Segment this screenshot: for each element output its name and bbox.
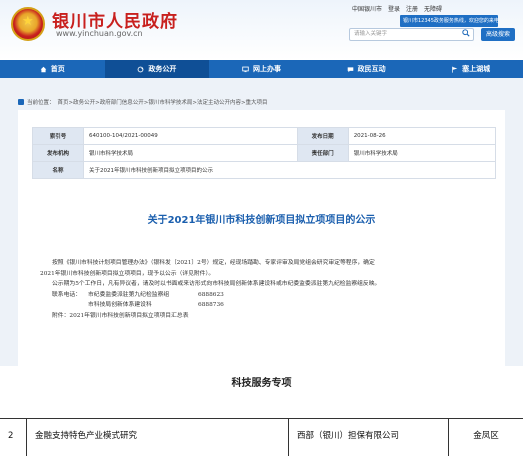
nav-label: 政务公开 <box>148 65 177 73</box>
article-panel: 索引号 640100-104/2021-00049 发布日期 2021-08-2… <box>18 110 505 366</box>
nav-item-lake-city[interactable]: 塞上湖城 <box>418 60 523 78</box>
body-paragraph: 按照《银川市科技计划项目管理办法》（银科发〔2021〕2号）规定，经现场踏勘、专… <box>52 260 375 266</box>
nav-item-gov-affairs[interactable]: 政务公开 <box>104 60 210 78</box>
nav-item-interaction[interactable]: 政民互动 <box>314 60 419 78</box>
contact-phone: 6888623 <box>198 291 224 298</box>
contact-dept: 市纪委监委派驻第九纪检监察组 <box>88 291 170 298</box>
top-link-login[interactable]: 登录 <box>388 4 400 13</box>
contact-label-spacer <box>40 300 88 311</box>
row-index: 2 <box>8 431 14 441</box>
site-url: www.yinchuan.gov.cn <box>56 29 143 38</box>
row-district: 金凤区 <box>448 419 523 456</box>
location-icon <box>18 99 24 105</box>
org-label: 发布机构 <box>32 144 84 162</box>
contact-dept: 市科技局创新体系建设科 <box>88 302 152 308</box>
notice-bar[interactable]: 银川市12345政务服务热线，欢迎您的来电 <box>400 15 498 27</box>
row-project: 金融支持特色产业模式研究 <box>26 419 286 456</box>
main-nav: 首页 政务公开 网上办事 政民互动 塞上湖城 <box>0 60 523 78</box>
top-links: 中国银川市 登录 注册 无障碍 <box>352 4 442 13</box>
top-link-city[interactable]: 中国银川市 <box>352 4 382 13</box>
chat-icon <box>347 66 353 72</box>
search-input[interactable]: 请输入关键字 <box>349 28 474 41</box>
dept-label: 责任部门 <box>296 144 349 162</box>
dept-value: 银川市科学技术局 <box>347 144 497 162</box>
breadcrumb-path[interactable]: 首页>政务公开>政府部门信息公开>银川市科学技术局>法定主动公开内容>重大项目 <box>58 98 268 106</box>
site-header: 银川市人民政府 www.yinchuan.gov.cn 中国银川市 登录 注册 … <box>0 0 523 60</box>
body-paragraph: 2021年银川市科技创新项目拟立项项目，现予以公示（详见附件）。 <box>40 270 215 277</box>
nav-label: 政民互动 <box>357 65 386 73</box>
row-company: 西部（银川）担保有限公司 <box>288 419 448 456</box>
screen-icon <box>242 66 249 72</box>
body-paragraph: 公示期为5个工作日，凡有异议者，请及时以书面或来访形式向市科技局创新体系建设科或… <box>52 281 381 287</box>
breadcrumb: 当前位置： 首页>政务公开>政府部门信息公开>银川市科学技术局>法定主动公开内容… <box>18 98 268 106</box>
nav-label: 网上办事 <box>252 65 281 73</box>
advanced-search-button[interactable]: 高级搜索 <box>481 28 515 41</box>
name-value: 关于2021年银川市科技创新项目拟立项项目的公示 <box>83 161 496 179</box>
name-label: 名称 <box>32 161 84 179</box>
nav-label: 塞上湖城 <box>462 65 491 73</box>
breadcrumb-prefix: 当前位置： <box>27 100 55 106</box>
metadata-table: 索引号 640100-104/2021-00049 发布日期 2021-08-2… <box>32 127 497 179</box>
date-value: 2021-08-26 <box>347 127 497 145</box>
nav-item-online-services[interactable]: 网上办事 <box>209 60 314 78</box>
nav-label: 首页 <box>50 65 65 73</box>
contact-row: 联系电话： 市纪委监委派驻第九纪检监察组 6888623 <box>40 290 490 301</box>
top-link-accessibility[interactable]: 无障碍 <box>424 4 442 13</box>
contact-phone: 6888736 <box>198 302 224 308</box>
refresh-icon <box>137 66 144 72</box>
section-title: 科技服务专项 <box>231 378 292 389</box>
flag-icon <box>452 66 458 73</box>
nav-item-home[interactable]: 首页 <box>0 60 105 78</box>
table-row: 2 金融支持特色产业模式研究 西部（银川）担保有限公司 金凤区 <box>0 419 523 456</box>
home-icon <box>40 66 47 72</box>
contact-row: 市科技局创新体系建设科 6888736 <box>40 300 490 311</box>
top-link-register[interactable]: 注册 <box>406 4 418 13</box>
search-icon[interactable] <box>462 29 470 37</box>
national-emblem-icon <box>11 7 45 41</box>
date-label: 发布日期 <box>296 127 349 145</box>
org-value: 银川市科学技术局 <box>83 144 298 162</box>
index-label: 索引号 <box>32 127 84 145</box>
article-title: 关于2021年银川市科技创新项目拟立项项目的公示 <box>147 215 376 226</box>
contact-label: 联系电话： <box>52 291 81 298</box>
index-value: 640100-104/2021-00049 <box>83 127 298 145</box>
project-table: 2 金融支持特色产业模式研究 西部（银川）担保有限公司 金凤区 <box>0 418 523 456</box>
article-body: 按照《银川市科技计划项目管理办法》（银科发〔2021〕2号）规定，经现场踏勘、专… <box>40 258 490 321</box>
attachment-link[interactable]: 附件：2021年银川市科技创新项目拟立项项目汇总表 <box>40 311 490 322</box>
